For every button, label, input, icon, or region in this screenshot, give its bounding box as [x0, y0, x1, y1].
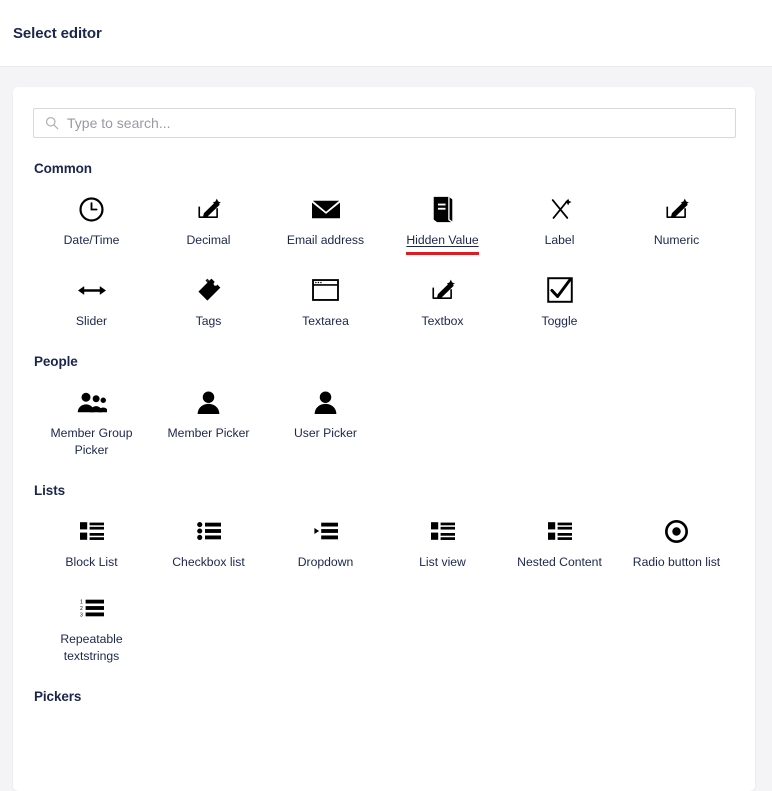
- dropdown-list-icon: [313, 516, 338, 546]
- block-list-icon: [547, 516, 572, 546]
- group-title-pickers: Pickers: [34, 689, 82, 704]
- editor-groups: Common Date/Time Decimal Email address H…: [33, 161, 735, 704]
- editor-tile-decimal[interactable]: Decimal: [150, 188, 267, 265]
- editor-tile-label: Member Group Picker: [50, 426, 133, 457]
- numbered-list-icon: 1 2 3: [80, 593, 104, 623]
- editor-tile-hidden-value[interactable]: Hidden Value: [384, 188, 501, 265]
- editor-tile-date-time[interactable]: Date/Time: [33, 188, 150, 265]
- editor-tile-member-picker[interactable]: Member Picker: [150, 381, 267, 469]
- page-body: Common Date/Time Decimal Email address H…: [0, 67, 772, 791]
- editor-tile-label: Member Picker: [167, 426, 250, 440]
- app-header: Select editor: [0, 0, 772, 67]
- bullet-list-icon: [196, 516, 221, 546]
- editor-grid-lists: Block List Checkbox list Dropdown List v…: [33, 510, 735, 675]
- editor-tile-label: Tags: [195, 314, 222, 328]
- editor-tile-label: Numeric: [653, 233, 700, 247]
- editor-tile-tags[interactable]: Tags: [150, 269, 267, 340]
- checkbox-check-icon: [546, 275, 573, 305]
- editor-grid-common: Date/Time Decimal Email address Hidden V…: [33, 188, 735, 340]
- editor-tile-label: Radio button list: [632, 555, 721, 569]
- editor-group-pickers: Pickers: [33, 689, 735, 704]
- tag-icon: [196, 275, 222, 305]
- editor-group-people: People Member Group Picker Member Picker…: [33, 354, 735, 469]
- editor-group-common: Common Date/Time Decimal Email address H…: [33, 161, 735, 340]
- pencil-box-icon: [664, 194, 690, 224]
- editor-tile-label: Email address: [286, 233, 365, 247]
- editor-tile-label[interactable]: Label: [501, 188, 618, 265]
- double-arrow-icon: [77, 275, 106, 305]
- radio-dot-icon: [664, 516, 689, 546]
- editor-tile-textbox[interactable]: Textbox: [384, 269, 501, 340]
- search-input[interactable]: [33, 108, 736, 138]
- group-title-common: Common: [34, 161, 92, 176]
- editor-tile-label: Hidden Value: [406, 232, 479, 255]
- envelope-icon: [311, 194, 340, 224]
- svg-text:2: 2: [80, 606, 83, 612]
- editor-tile-member-group-picker[interactable]: Member Group Picker: [33, 381, 150, 469]
- editor-tile-label: Decimal: [186, 233, 231, 247]
- editor-tile-toggle[interactable]: Toggle: [501, 269, 618, 340]
- editor-tile-repeatable-textstrings[interactable]: 1 2 3 Repeatable textstrings: [33, 587, 150, 675]
- editor-tile-dropdown[interactable]: Dropdown: [267, 510, 384, 581]
- block-list-icon: [79, 516, 104, 546]
- editor-tile-block-list[interactable]: Block List: [33, 510, 150, 581]
- people-group-icon: [77, 387, 107, 417]
- editor-tile-textarea[interactable]: Textarea: [267, 269, 384, 340]
- editor-tile-label: Nested Content: [517, 555, 602, 569]
- editor-tile-label: List view: [419, 555, 466, 569]
- pencil-box-icon: [196, 194, 222, 224]
- window-icon: [312, 275, 339, 305]
- editor-tile-numeric[interactable]: Numeric: [618, 188, 735, 265]
- editor-tile-label: Checkbox list: [172, 555, 245, 569]
- crossed-pen-icon: [547, 194, 573, 224]
- editor-tile-slider[interactable]: Slider: [33, 269, 150, 340]
- editor-tile-label: Dropdown: [297, 555, 354, 569]
- svg-text:3: 3: [80, 612, 83, 617]
- person-icon: [197, 387, 220, 417]
- editor-tile-label: Slider: [75, 314, 108, 328]
- editor-tile-user-picker[interactable]: User Picker: [267, 381, 384, 469]
- editor-tile-label: Block List: [65, 555, 118, 569]
- editor-tile-checkbox-list[interactable]: Checkbox list: [150, 510, 267, 581]
- editor-grid-people: Member Group Picker Member Picker User P…: [33, 381, 735, 469]
- book-icon: [431, 194, 455, 224]
- clock-icon: [78, 194, 105, 224]
- editor-picker-card: Common Date/Time Decimal Email address H…: [13, 87, 755, 791]
- svg-text:1: 1: [80, 600, 83, 606]
- editor-tile-email-address[interactable]: Email address: [267, 188, 384, 265]
- editor-tile-label: Repeatable textstrings: [60, 632, 123, 663]
- block-list-icon: [430, 516, 455, 546]
- editor-tile-radio-button-list[interactable]: Radio button list: [618, 510, 735, 581]
- editor-tile-list-view[interactable]: List view: [384, 510, 501, 581]
- person-icon: [314, 387, 337, 417]
- editor-tile-label: Textbox: [421, 314, 464, 328]
- search-field-wrapper: [33, 108, 736, 138]
- page-title: Select editor: [13, 24, 102, 42]
- editor-group-lists: Lists Block List Checkbox list Dropdown …: [33, 483, 735, 675]
- editor-tile-nested-content[interactable]: Nested Content: [501, 510, 618, 581]
- editor-tile-label: Toggle: [541, 314, 578, 328]
- pencil-box-icon: [430, 275, 456, 305]
- group-title-lists: Lists: [34, 483, 66, 498]
- editor-tile-label: Textarea: [302, 314, 349, 328]
- editor-tile-label: User Picker: [294, 426, 357, 440]
- editor-tile-label: Date/Time: [63, 233, 120, 247]
- group-title-people: People: [34, 354, 78, 369]
- editor-tile-label: Label: [544, 233, 575, 247]
